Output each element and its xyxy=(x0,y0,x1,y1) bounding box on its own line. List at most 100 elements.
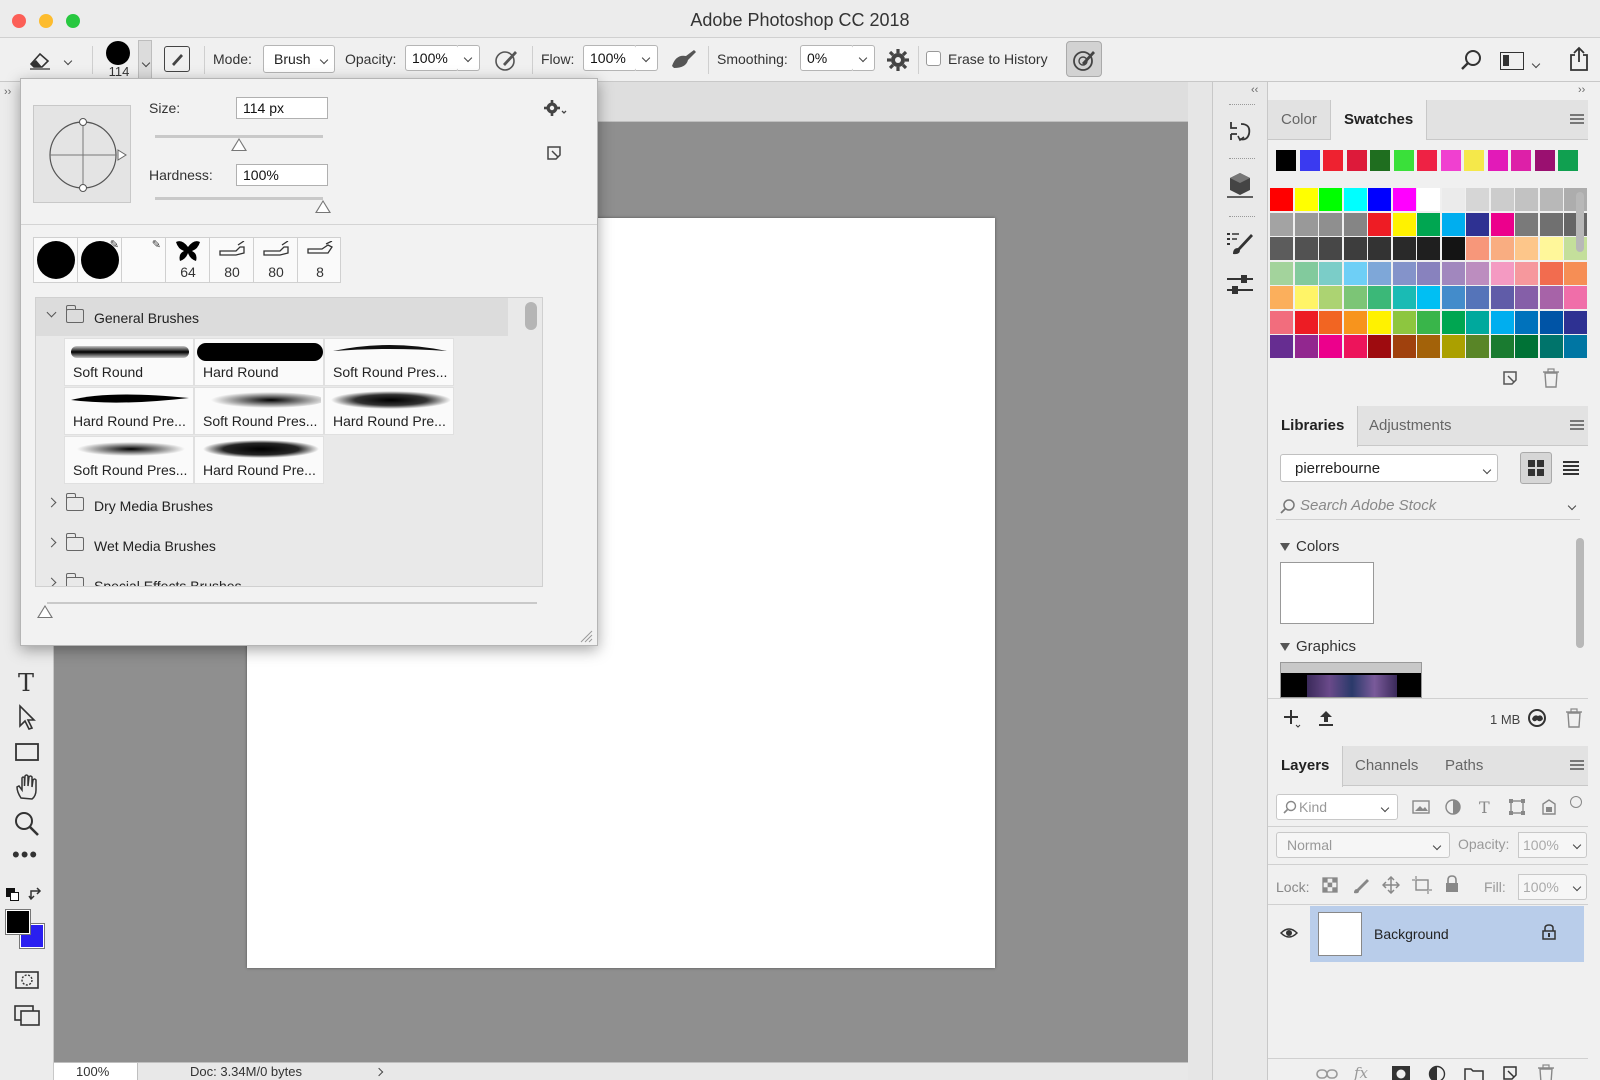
color-swatch[interactable] xyxy=(1368,335,1391,358)
brush-preset[interactable]: Hard Round xyxy=(194,338,324,386)
history-panel-icon[interactable] xyxy=(1223,116,1257,146)
color-swatch[interactable] xyxy=(1270,237,1293,260)
color-swatch[interactable] xyxy=(1368,237,1391,260)
share-icon[interactable] xyxy=(1568,46,1590,72)
color-swatch[interactable] xyxy=(1392,335,1416,358)
brush-settings-panel-toggle[interactable] xyxy=(164,46,190,72)
color-swatch[interactable] xyxy=(1564,310,1587,334)
color-swatch[interactable] xyxy=(1441,310,1465,334)
type-tool-icon[interactable]: T xyxy=(12,667,42,697)
new-swatch-icon[interactable] xyxy=(1502,370,1520,388)
expand-dock-icon[interactable]: ›› xyxy=(1578,84,1585,96)
brush-preset-picker[interactable]: 114 xyxy=(100,40,152,80)
recent-swatch[interactable] xyxy=(1417,150,1437,171)
swap-colors-icon[interactable] xyxy=(28,887,44,903)
default-colors-icon[interactable] xyxy=(6,888,20,902)
color-swatch[interactable] xyxy=(1294,310,1318,334)
trash-icon[interactable] xyxy=(1542,368,1560,388)
color-swatch[interactable] xyxy=(1294,261,1318,285)
flow-dropdown[interactable] xyxy=(636,45,658,71)
color-swatch[interactable] xyxy=(1294,335,1318,358)
layer-visibility-toggle[interactable] xyxy=(1268,906,1310,962)
color-swatch[interactable] xyxy=(1441,335,1465,358)
new-adjustment-layer-icon[interactable] xyxy=(1428,1065,1446,1080)
color-swatch[interactable] xyxy=(1490,188,1514,211)
color-swatch[interactable] xyxy=(1319,237,1342,260)
color-swatch[interactable] xyxy=(1466,261,1489,285)
resize-grip-icon[interactable] xyxy=(579,629,593,643)
color-swatch[interactable] xyxy=(1490,237,1514,260)
brush-picker-toggle[interactable] xyxy=(138,40,152,80)
lock-artboard-icon[interactable] xyxy=(1412,876,1432,894)
brush-group-special-effects[interactable]: Special Effects Brushes xyxy=(36,566,508,586)
collapse-panels-icon[interactable]: ‹‹ xyxy=(1251,84,1258,96)
recent-swatch[interactable] xyxy=(1558,150,1578,171)
opacity-input[interactable]: 100% xyxy=(405,45,459,71)
color-swatch[interactable] xyxy=(1270,310,1293,334)
color-swatch[interactable] xyxy=(1515,261,1538,285)
color-swatch[interactable] xyxy=(1270,335,1293,358)
list-view-icon[interactable] xyxy=(1563,460,1579,476)
color-swatch[interactable] xyxy=(1466,286,1489,309)
zoom-level-field[interactable]: 100% xyxy=(54,1063,138,1080)
color-swatch[interactable] xyxy=(1490,212,1514,236)
color-swatch[interactable] xyxy=(1417,286,1440,309)
color-swatch[interactable] xyxy=(1392,212,1416,236)
brush-preset-list[interactable]: General Brushes Soft Round Hard Round So… xyxy=(35,297,543,587)
color-swatch[interactable] xyxy=(1441,286,1465,309)
color-swatch[interactable] xyxy=(1515,335,1538,358)
color-swatch[interactable] xyxy=(1466,237,1489,260)
creative-cloud-icon[interactable] xyxy=(1526,708,1548,728)
stock-search-field[interactable]: Search Adobe Stock xyxy=(1276,492,1580,520)
color-swatch[interactable] xyxy=(1368,188,1391,211)
erase-to-history-checkbox[interactable] xyxy=(926,51,941,66)
scrollbar-thumb[interactable] xyxy=(525,302,537,330)
color-swatch[interactable] xyxy=(1392,237,1416,260)
pressure-size-button[interactable] xyxy=(1066,41,1102,77)
mode-select[interactable]: Brush xyxy=(263,45,335,73)
library-graphic-thumbnail[interactable] xyxy=(1280,662,1422,698)
recent-brush[interactable]: ✎ xyxy=(122,238,166,282)
color-swatch[interactable] xyxy=(1417,188,1440,211)
color-swatch[interactable] xyxy=(1417,335,1440,358)
brush-group-dry-media[interactable]: Dry Media Brushes xyxy=(36,486,508,524)
color-swatch[interactable] xyxy=(1515,310,1538,334)
tab-swatches[interactable]: Swatches xyxy=(1330,100,1428,141)
shape-layer-filter-icon[interactable] xyxy=(1508,798,1526,816)
color-swatch[interactable] xyxy=(1319,286,1342,309)
workspace-switcher[interactable] xyxy=(1500,50,1546,72)
color-swatch[interactable] xyxy=(1539,237,1563,260)
rectangle-tool-icon[interactable] xyxy=(12,737,42,767)
recent-swatch[interactable] xyxy=(1276,150,1296,171)
flow-input[interactable]: 100% xyxy=(583,45,637,71)
path-selection-tool-icon[interactable] xyxy=(12,702,42,732)
color-swatch[interactable] xyxy=(1490,335,1514,358)
type-layer-filter-icon[interactable]: T xyxy=(1476,798,1494,816)
tab-libraries[interactable]: Libraries xyxy=(1268,406,1359,447)
panel-menu-icon[interactable] xyxy=(1570,760,1584,770)
lock-all-icon[interactable] xyxy=(1444,875,1460,893)
color-swatch[interactable] xyxy=(1490,261,1514,285)
brush-group-wet-media[interactable]: Wet Media Brushes xyxy=(36,526,508,564)
recent-swatch[interactable] xyxy=(1534,150,1555,171)
color-swatch[interactable] xyxy=(1368,286,1391,309)
layer-opacity-input[interactable]: 100% xyxy=(1518,832,1568,858)
recent-swatch[interactable] xyxy=(1370,150,1390,171)
recent-swatch[interactable] xyxy=(1299,150,1320,171)
color-swatch[interactable] xyxy=(1515,212,1538,236)
smart-object-filter-icon[interactable] xyxy=(1540,798,1558,816)
upload-icon[interactable] xyxy=(1316,708,1336,728)
tab-color[interactable]: Color xyxy=(1268,100,1330,140)
color-swatch[interactable] xyxy=(1539,286,1563,309)
color-swatch[interactable] xyxy=(1515,188,1538,211)
tool-preset-picker[interactable] xyxy=(28,46,78,74)
brush-preset[interactable]: Soft Round Pres... xyxy=(64,436,194,484)
recent-brush-80[interactable]: 80 xyxy=(210,238,254,282)
swatches-scrollbar[interactable] xyxy=(1574,190,1586,300)
color-swatch[interactable] xyxy=(1539,310,1563,334)
brush-preset[interactable]: Soft Round Pres... xyxy=(324,338,454,386)
tab-channels[interactable]: Channels xyxy=(1342,746,1431,786)
properties-panel-icon[interactable] xyxy=(1223,270,1257,300)
color-swatch[interactable] xyxy=(1490,310,1514,334)
color-swatch[interactable] xyxy=(1392,310,1416,334)
